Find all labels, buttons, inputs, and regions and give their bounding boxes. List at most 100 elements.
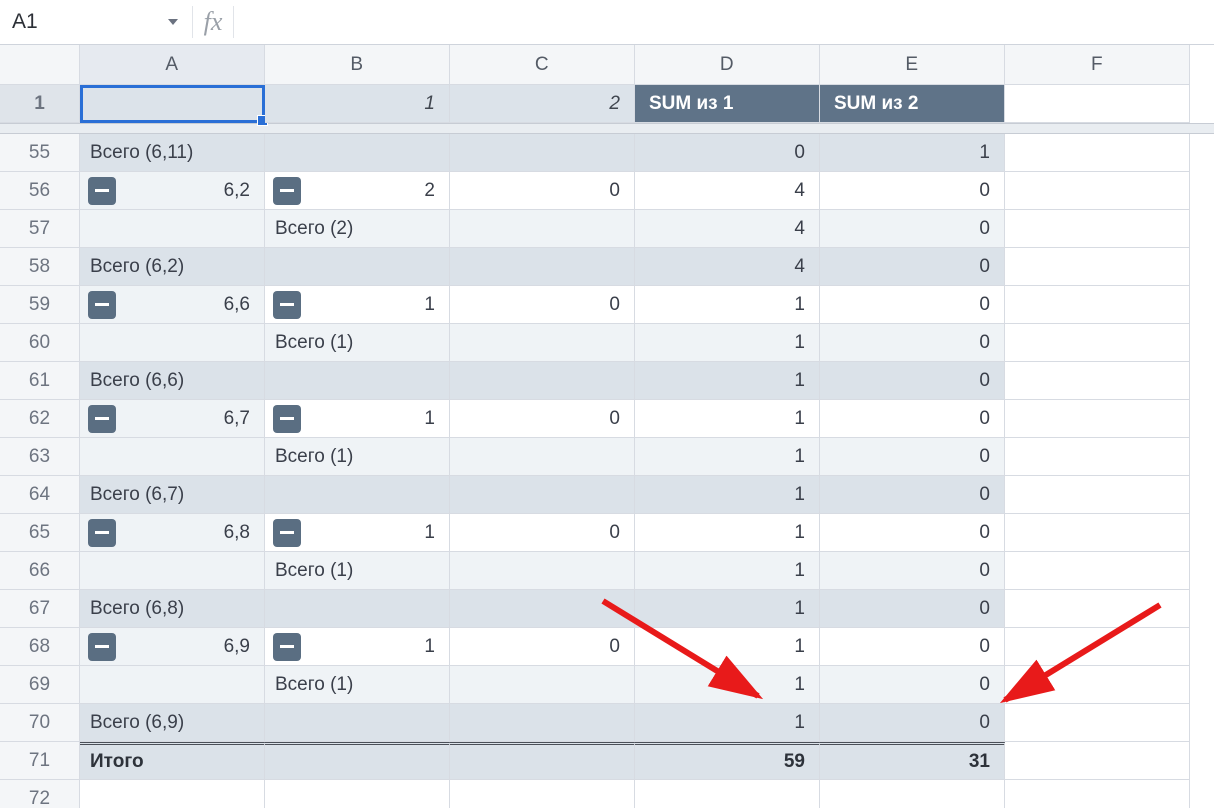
row-header[interactable]: 60	[0, 324, 80, 362]
row-header[interactable]: 68	[0, 628, 80, 666]
cell[interactable]: 6,2	[80, 172, 265, 210]
row-header[interactable]: 69	[0, 666, 80, 704]
row-header[interactable]: 57	[0, 210, 80, 248]
cell[interactable]	[1005, 666, 1190, 704]
cell[interactable]	[1005, 552, 1190, 590]
cell[interactable]: Всего (1)	[265, 438, 450, 476]
cell[interactable]: Всего (6,11)	[80, 134, 265, 172]
cell[interactable]	[450, 248, 635, 286]
cell[interactable]: 0	[820, 438, 1005, 476]
cell[interactable]: Всего (1)	[265, 324, 450, 362]
cell[interactable]	[1005, 286, 1190, 324]
cell[interactable]: 0	[820, 362, 1005, 400]
collapse-button[interactable]	[88, 405, 116, 433]
cell[interactable]: 1	[820, 134, 1005, 172]
cell[interactable]: 0	[820, 286, 1005, 324]
cell[interactable]	[1005, 476, 1190, 514]
cell[interactable]	[1005, 514, 1190, 552]
cell[interactable]: 0	[635, 134, 820, 172]
cell[interactable]: 1	[635, 666, 820, 704]
cell[interactable]: Всего (6,9)	[80, 704, 265, 742]
row-header[interactable]: 71	[0, 742, 80, 780]
cell[interactable]: 0	[820, 514, 1005, 552]
cell[interactable]: 6,8	[80, 514, 265, 552]
cell[interactable]: 1	[635, 704, 820, 742]
cell[interactable]	[450, 476, 635, 514]
row-header[interactable]: 55	[0, 134, 80, 172]
cell[interactable]	[450, 362, 635, 400]
cell[interactable]: 0	[820, 666, 1005, 704]
cell[interactable]	[1005, 172, 1190, 210]
cell[interactable]: 59	[635, 742, 820, 780]
cell[interactable]: 1	[635, 514, 820, 552]
cell[interactable]: 4	[635, 248, 820, 286]
cell[interactable]: 1	[635, 590, 820, 628]
cell[interactable]: 0	[820, 172, 1005, 210]
cell[interactable]: Всего (6,8)	[80, 590, 265, 628]
cell[interactable]: Всего (6,6)	[80, 362, 265, 400]
row-header[interactable]: 66	[0, 552, 80, 590]
cell[interactable]: 1	[635, 628, 820, 666]
collapse-button[interactable]	[88, 633, 116, 661]
cell-E1[interactable]: SUM из 2	[820, 85, 1005, 123]
cell[interactable]: 0	[820, 324, 1005, 362]
cell[interactable]	[1005, 362, 1190, 400]
cell[interactable]: Всего (2)	[265, 210, 450, 248]
cell[interactable]: 6,6	[80, 286, 265, 324]
cell[interactable]	[450, 552, 635, 590]
cell[interactable]	[265, 134, 450, 172]
cell[interactable]	[1005, 324, 1190, 362]
cell[interactable]	[1005, 704, 1190, 742]
cell[interactable]: 4	[635, 210, 820, 248]
name-box-dropdown-icon[interactable]	[168, 19, 178, 25]
collapse-button[interactable]	[88, 519, 116, 547]
cell[interactable]: 0	[820, 628, 1005, 666]
cell[interactable]: 6,9	[80, 628, 265, 666]
cell[interactable]	[450, 742, 635, 780]
row-header[interactable]: 67	[0, 590, 80, 628]
cell[interactable]: 0	[820, 400, 1005, 438]
row-header[interactable]: 62	[0, 400, 80, 438]
cell-F1[interactable]	[1005, 85, 1190, 123]
cell[interactable]	[265, 362, 450, 400]
cell[interactable]: 0	[820, 248, 1005, 286]
cell[interactable]	[450, 666, 635, 704]
cell[interactable]: 1	[265, 628, 450, 666]
row-header[interactable]: 63	[0, 438, 80, 476]
cell[interactable]	[1005, 134, 1190, 172]
cell[interactable]	[265, 476, 450, 514]
cell[interactable]	[1005, 742, 1190, 780]
collapse-button[interactable]	[273, 519, 301, 547]
cell[interactable]: 0	[820, 476, 1005, 514]
cell-B1[interactable]: 1	[265, 85, 450, 123]
cell[interactable]	[1005, 438, 1190, 476]
row-header[interactable]: 65	[0, 514, 80, 552]
cell[interactable]: 31	[820, 742, 1005, 780]
cell[interactable]	[265, 704, 450, 742]
cell[interactable]	[265, 248, 450, 286]
row-header[interactable]: 70	[0, 704, 80, 742]
cell[interactable]: Всего (6,7)	[80, 476, 265, 514]
cell[interactable]: Всего (6,2)	[80, 248, 265, 286]
cell[interactable]: 4	[635, 172, 820, 210]
cell[interactable]	[450, 704, 635, 742]
cell[interactable]: 1	[635, 362, 820, 400]
row-header[interactable]: 61	[0, 362, 80, 400]
col-header-A[interactable]: A	[80, 45, 265, 85]
formula-input[interactable]	[234, 0, 1214, 45]
cell[interactable]: 0	[820, 552, 1005, 590]
cell[interactable]	[450, 438, 635, 476]
cell[interactable]: 0	[820, 590, 1005, 628]
col-header-E[interactable]: E	[820, 45, 1005, 85]
cell[interactable]	[80, 780, 265, 808]
col-header-D[interactable]: D	[635, 45, 820, 85]
cell[interactable]	[265, 780, 450, 808]
cell[interactable]	[80, 666, 265, 704]
cell[interactable]: Всего (1)	[265, 666, 450, 704]
cell[interactable]: 1	[265, 514, 450, 552]
select-all-corner[interactable]	[0, 45, 80, 85]
cell[interactable]	[1005, 590, 1190, 628]
cell[interactable]	[450, 590, 635, 628]
cell[interactable]: 0	[820, 210, 1005, 248]
row-header[interactable]: 72	[0, 780, 80, 808]
